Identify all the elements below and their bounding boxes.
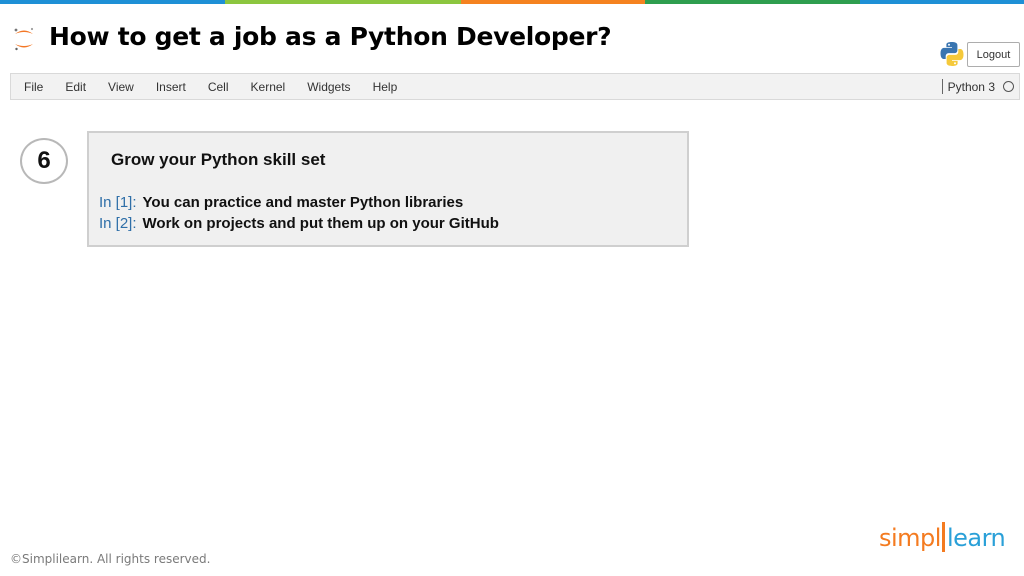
logout-button[interactable]: Logout [967,42,1020,67]
menu-kernel[interactable]: Kernel [251,80,286,94]
simplilearn-logo: simpl learn [879,522,1006,552]
menu-cell[interactable]: Cell [208,80,229,94]
step-number-badge: 6 [20,138,68,184]
menu-widgets[interactable]: Widgets [307,80,350,94]
notebook-menubar: File Edit View Insert Cell Kernel Widget… [10,73,1020,100]
notebook-cell[interactable]: Grow your Python skill set In [1]: You ca… [87,131,689,247]
menu-help[interactable]: Help [373,80,398,94]
input-prompt-1: In [1]: [99,194,137,211]
code-text-1: You can practice and master Python libra… [142,194,464,211]
code-line-2: In [2]: Work on projects and put them up … [99,215,499,232]
page-title: How to get a job as a Python Developer? [49,22,612,51]
jupyter-icon [14,27,34,51]
kernel-name: Python 3 [947,79,995,94]
brand-divider [941,522,945,552]
menu-edit[interactable]: Edit [65,80,86,94]
code-line-1: In [1]: You can practice and master Pytho… [99,194,463,211]
cell-heading: Grow your Python skill set [111,150,326,169]
brand-text-left: simpl [879,524,941,552]
kernel-indicator: Python 3 [941,79,1014,94]
strip-segment-orange [460,0,646,4]
kernel-divider [941,79,943,94]
brand-text-right: learn [946,524,1006,552]
menu-file[interactable]: File [24,80,43,94]
strip-segment-blue-2 [860,0,1024,4]
python-icon [940,42,964,66]
strip-segment-green [225,0,461,4]
menu-insert[interactable]: Insert [156,80,186,94]
kernel-idle-icon [1003,81,1014,92]
top-color-strip [0,0,1024,4]
strip-segment-darkgreen [645,0,861,4]
input-prompt-2: In [2]: [99,215,137,232]
copyright-text: ©Simplilearn. All rights reserved. [10,552,211,566]
strip-segment-blue [0,0,226,4]
code-text-2: Work on projects and put them up on your… [142,215,499,232]
menu-view[interactable]: View [108,80,134,94]
